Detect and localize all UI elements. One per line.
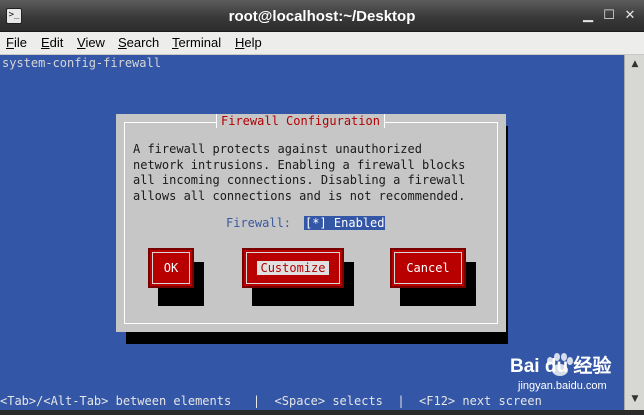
- minimize-icon[interactable]: ▁: [580, 8, 596, 24]
- firewall-enabled-checkbox[interactable]: [*] Enabled: [304, 216, 386, 230]
- menu-mnemonic: E: [41, 35, 50, 50]
- window-title: root@localhost:~/Desktop: [228, 8, 416, 25]
- customize-button[interactable]: Customize: [242, 248, 344, 288]
- maximize-icon[interactable]: ☐: [601, 8, 617, 24]
- menu-search[interactable]: Search: [118, 35, 159, 50]
- menubar: File Edit View Search Terminal Help: [0, 32, 644, 55]
- customize-button-label: Customize: [257, 261, 329, 275]
- firewall-dialog: Firewall Configuration A firewall protec…: [116, 114, 506, 332]
- baidu-watermark: Bai du 经验 jingyan.baidu.com: [504, 343, 626, 407]
- menu-label: dit: [49, 35, 64, 50]
- dialog-description: A firewall protects against unauthorized…: [133, 142, 466, 203]
- menu-label: ile: [13, 35, 27, 50]
- window-titlebar[interactable]: >_ root@localhost:~/Desktop ▁ ☐ ✕: [0, 0, 644, 32]
- dialog-title: Firewall Configuration: [216, 114, 385, 128]
- menu-edit[interactable]: Edit: [41, 35, 63, 50]
- cancel-button[interactable]: Cancel: [390, 248, 466, 288]
- menu-help[interactable]: Help: [235, 35, 262, 50]
- cancel-button-label: Cancel: [406, 261, 450, 275]
- menu-mnemonic: F: [6, 35, 14, 50]
- menu-mnemonic: H: [235, 35, 245, 50]
- watermark-url: jingyan.baidu.com: [518, 380, 607, 392]
- menu-label: erminal: [178, 35, 222, 50]
- scroll-up-icon[interactable]: ▲: [629, 58, 641, 70]
- menu-label: earch: [126, 35, 160, 50]
- menu-label: iew: [85, 35, 105, 50]
- firewall-label: Firewall:: [226, 216, 292, 230]
- menu-view[interactable]: View: [77, 35, 105, 50]
- menu-file[interactable]: File: [6, 35, 27, 50]
- scroll-down-icon[interactable]: ▼: [629, 393, 641, 405]
- watermark-brand: Bai du 经验: [510, 356, 612, 377]
- menu-mnemonic: S: [118, 35, 127, 50]
- menu-label: elp: [244, 35, 262, 50]
- ok-button[interactable]: OK: [148, 248, 194, 288]
- ok-button-label: OK: [163, 261, 179, 275]
- close-icon[interactable]: ✕: [622, 8, 638, 24]
- menu-terminal[interactable]: Terminal: [172, 35, 221, 50]
- app-name: system-config-firewall: [2, 56, 161, 70]
- terminal-scrollbar[interactable]: ▲ ▼: [624, 55, 644, 410]
